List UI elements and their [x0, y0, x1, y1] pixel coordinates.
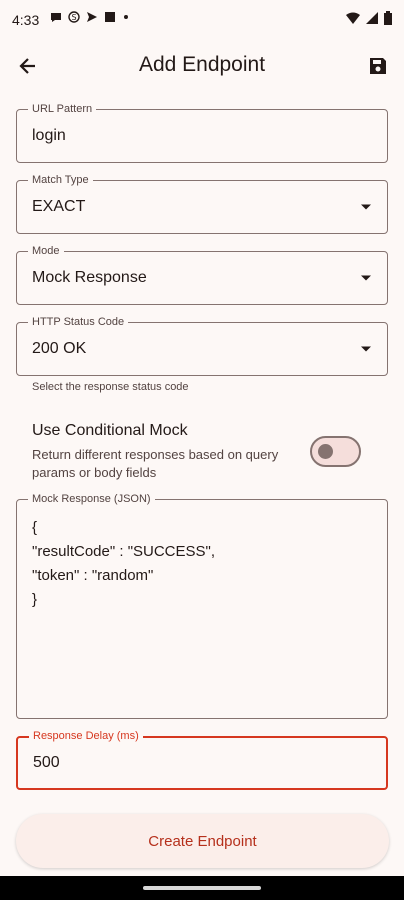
dropdown-arrow-icon [361, 275, 371, 281]
response-delay-label: Response Delay (ms) [29, 729, 143, 743]
mode-dropdown[interactable]: Mode Mock Response [16, 244, 388, 305]
status-code-dropdown[interactable]: HTTP Status Code 200 OK [16, 315, 388, 376]
page-title: Add Endpoint [138, 53, 266, 76]
send-icon [87, 12, 97, 22]
response-delay-value: 500 [33, 754, 60, 771]
home-handle[interactable] [143, 886, 261, 890]
url-pattern-field[interactable]: URL Pattern login [16, 102, 388, 163]
mode-value: Mock Response [32, 269, 147, 286]
signal-icon [366, 12, 378, 24]
chat-bubble-icon [51, 13, 61, 22]
conditional-mock-toggle[interactable] [310, 436, 361, 467]
status-code-value: 200 OK [32, 340, 87, 357]
toggle-knob [318, 444, 333, 459]
status-time: 4:33 [12, 12, 40, 28]
dot-icon [124, 15, 128, 19]
mock-response-field[interactable]: Mock Response (JSON) { "resultCode" : "S… [16, 492, 388, 719]
response-delay-field[interactable]: Response Delay (ms) 500 [16, 729, 388, 790]
system-icons [346, 11, 392, 25]
match-type-dropdown[interactable]: Match Type EXACT [16, 173, 388, 234]
dropdown-arrow-icon [361, 346, 371, 352]
match-type-value: EXACT [32, 198, 86, 215]
mock-response-label: Mock Response (JSON) [28, 492, 155, 506]
square-icon [105, 12, 115, 22]
save-button[interactable] [364, 52, 392, 80]
url-pattern-label: URL Pattern [28, 102, 97, 116]
url-pattern-value: login [32, 127, 66, 144]
app-bar: Add Endpoint [0, 40, 404, 92]
status-code-label: HTTP Status Code [28, 315, 129, 329]
save-icon [370, 58, 386, 74]
status-code-helper: Select the response status code [32, 381, 189, 393]
battery-icon [384, 11, 392, 25]
status-bar: 4:33 S [0, 0, 404, 40]
svg-text:S: S [72, 13, 77, 22]
match-type-label: Match Type [28, 173, 93, 187]
dropdown-arrow-icon [361, 204, 371, 210]
notification-icons: S [50, 11, 130, 23]
conditional-mock-description: Return different responses based on quer… [32, 447, 279, 480]
wifi-icon [346, 12, 360, 24]
create-endpoint-button[interactable]: Create Endpoint [16, 814, 389, 868]
navigation-bar [0, 876, 404, 900]
mode-label: Mode [28, 244, 64, 258]
mock-response-value: { "resultCode" : "SUCCESS", "token" : "r… [32, 519, 216, 608]
s-icon: S [68, 11, 80, 23]
conditional-mock-title: Use Conditional Mock [32, 422, 188, 439]
